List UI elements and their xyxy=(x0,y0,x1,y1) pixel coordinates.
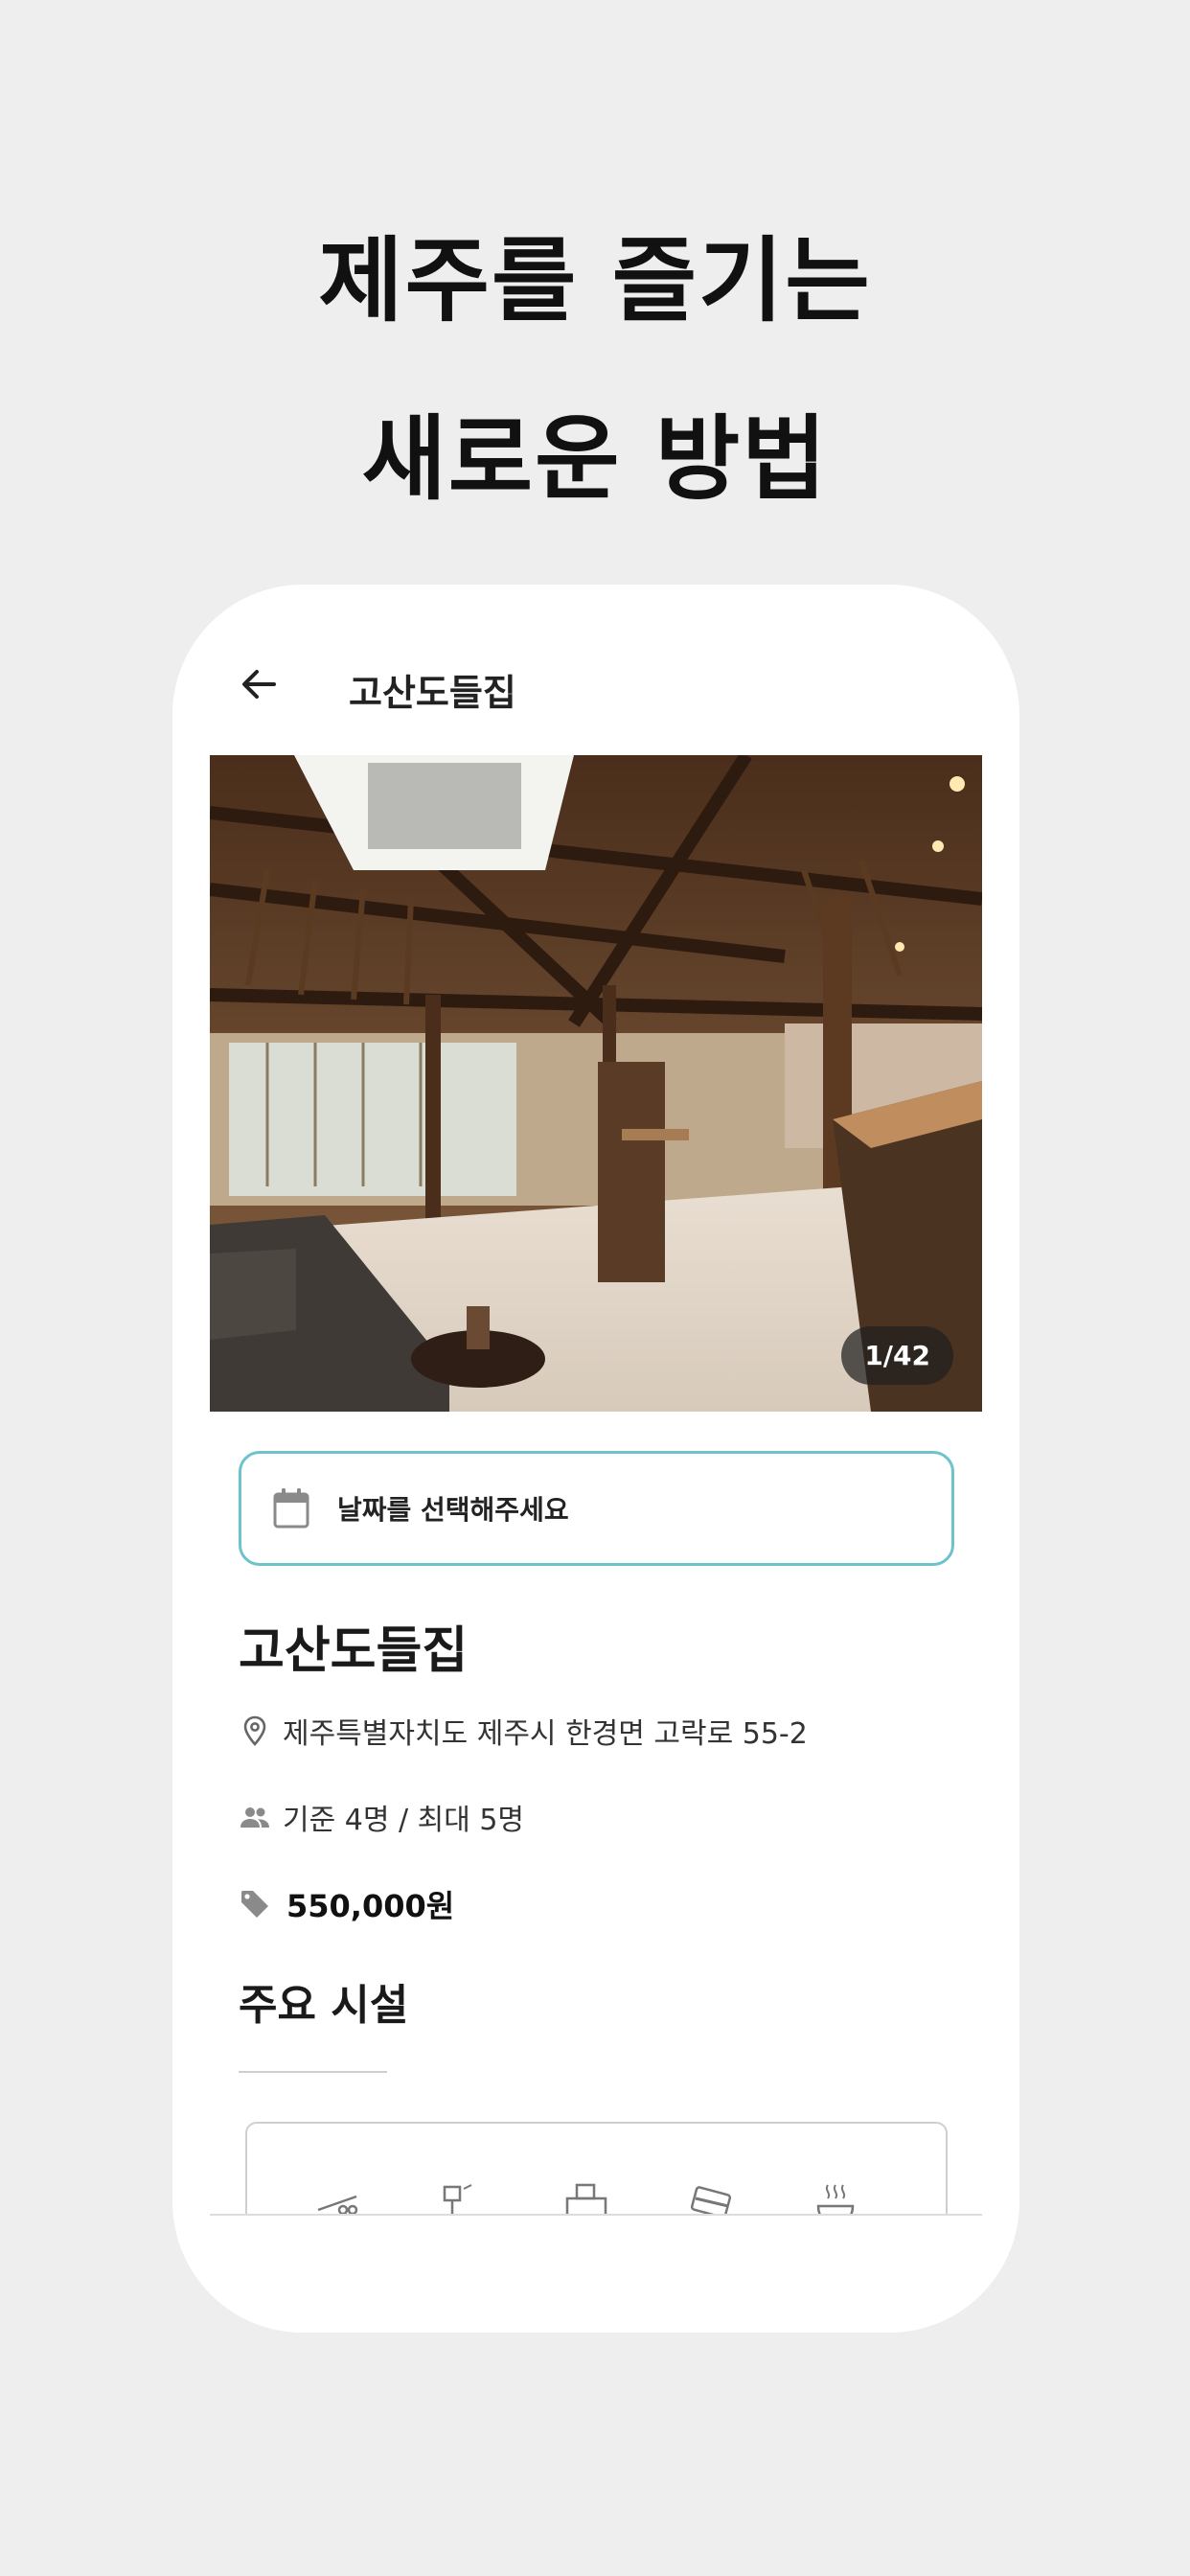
photo-carousel[interactable]: 1/42 xyxy=(210,755,982,1412)
interior-photo xyxy=(210,755,982,1412)
app-bar: 고산도들집 xyxy=(172,585,1019,748)
headline-line-2: 새로운 방법 xyxy=(361,405,829,513)
date-picker-button[interactable]: 날짜를 선택해주세요 xyxy=(239,1451,954,1566)
price-tag-icon xyxy=(241,1891,268,1918)
address-row: 제주특별자치도 제주시 한경면 고락로 55-2 xyxy=(239,1710,808,1752)
bottom-overlay xyxy=(210,2214,982,2333)
facilities-title: 주요 시설 xyxy=(239,1981,409,2030)
date-picker-label: 날짜를 선택해주세요 xyxy=(337,1494,569,1526)
back-button[interactable] xyxy=(236,661,282,707)
phone-frame: 고산도들집 1/42 날짜를 선택해주세요 고산도들집 제주특별자치도 제주시 … xyxy=(172,585,1019,2333)
section-divider xyxy=(239,2071,387,2073)
capacity-text: 기준 4명 / 최대 5명 xyxy=(283,1804,525,1837)
app-bar-title: 고산도들집 xyxy=(349,672,516,714)
people-icon xyxy=(240,1807,269,1828)
calendar-icon xyxy=(273,1488,309,1529)
price-text: 550,000원 xyxy=(286,1888,455,1924)
address-text: 제주특별자치도 제주시 한경면 고락로 55-2 xyxy=(283,1717,808,1751)
capacity-row: 기준 4명 / 최대 5명 xyxy=(239,1796,524,1838)
place-name: 고산도들집 xyxy=(239,1622,469,1680)
location-pin-icon xyxy=(243,1715,266,1746)
price-row: 550,000원 xyxy=(239,1882,454,1926)
arrow-left-icon xyxy=(242,670,276,699)
photo-counter: 1/42 xyxy=(841,1326,953,1385)
headline-line-1: 제주를 즐기는 xyxy=(318,227,872,334)
promo-headline: 제주를 즐기는 새로운 방법 xyxy=(0,192,1190,548)
